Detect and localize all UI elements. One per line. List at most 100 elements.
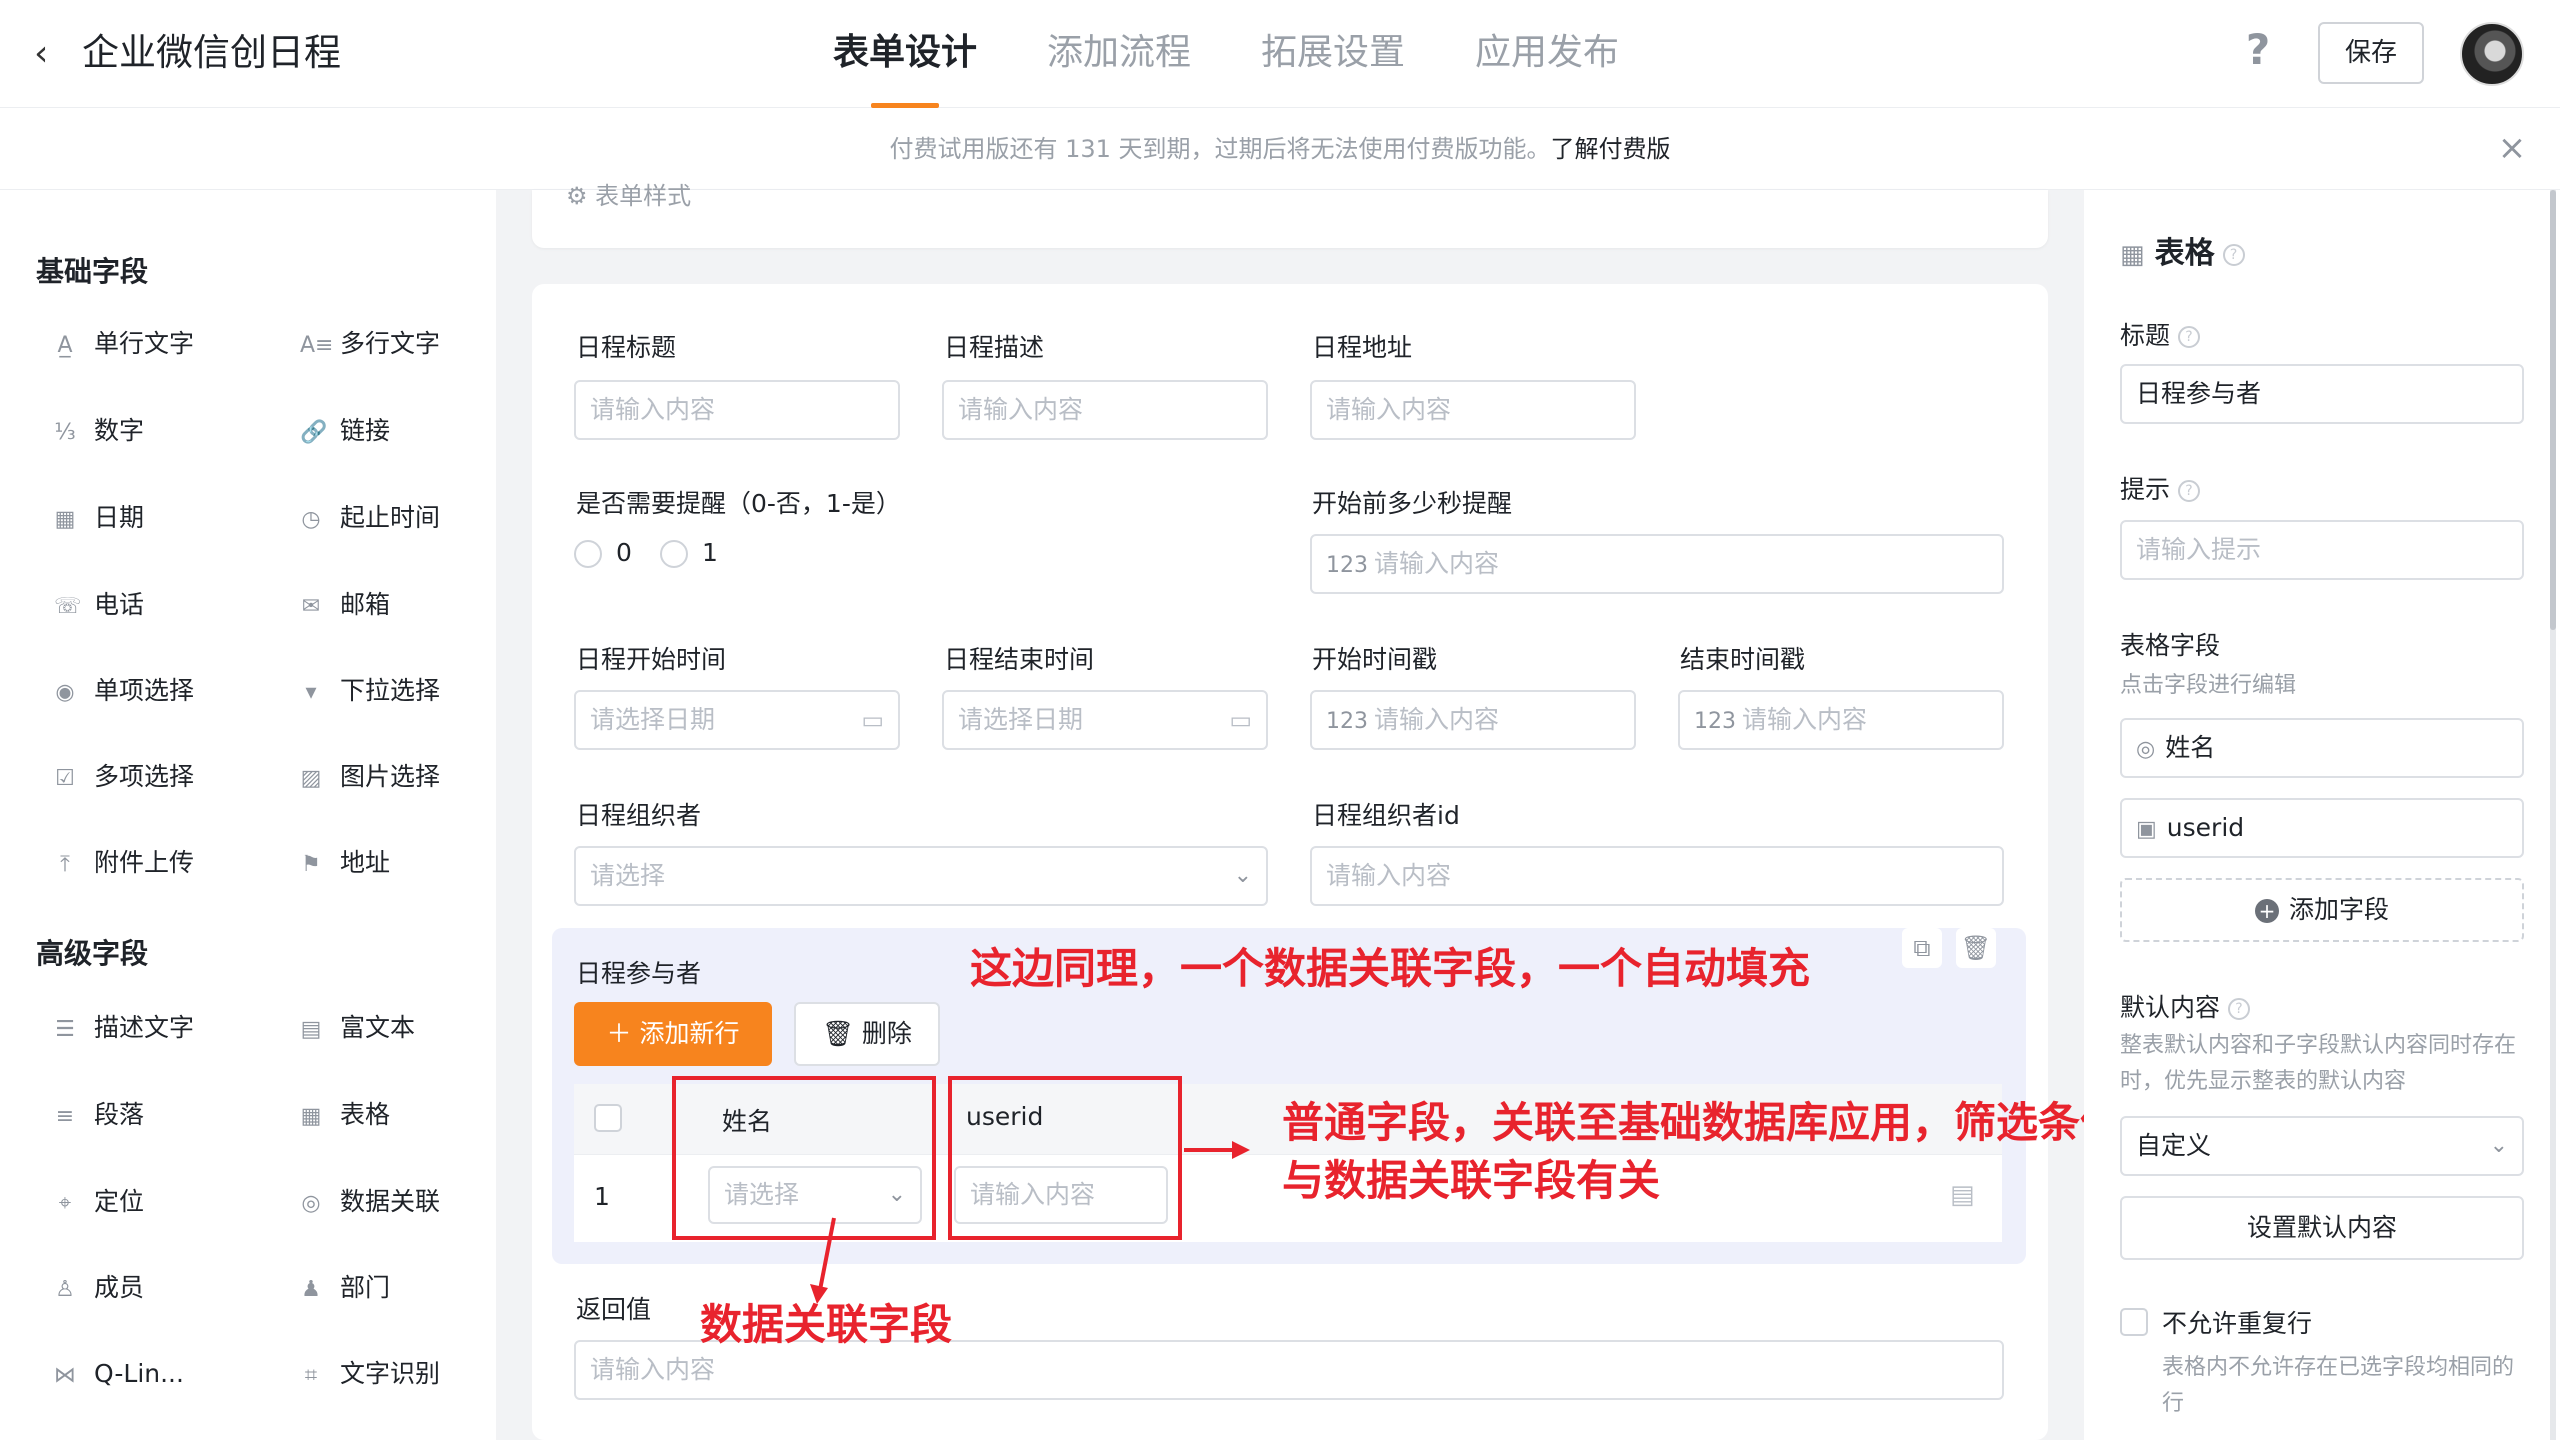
start-timestamp-input[interactable]: 123 请输入内容 [1310, 690, 1636, 750]
no-duplicate-subtitle: 表格内不允许存在已选字段均相同的行 [2162, 1355, 2515, 1416]
advanced-fields-title: 高级字段 [36, 937, 149, 970]
table-field-item-userid[interactable]: ▣ userid [2120, 798, 2524, 858]
remind-radio-0[interactable] [574, 540, 602, 568]
field-rich-text[interactable]: ▤ 富文本 [300, 1008, 415, 1048]
title-input[interactable]: 请输入内容 [574, 380, 900, 440]
radio-icon: ◉ [55, 680, 75, 705]
no-duplicate-checkbox[interactable] [2120, 1308, 2148, 1336]
phone-icon: ☏ [54, 594, 82, 619]
label-address: 日程地址 [1312, 333, 1413, 362]
text-icon: ▣ [2136, 817, 2157, 842]
remind-radio-1[interactable] [660, 540, 688, 568]
tab-form-design[interactable]: 表单设计 [833, 26, 977, 108]
label-participants: 日程参与者 [576, 959, 702, 988]
label-panel-hint: 提示? [2120, 470, 2201, 506]
address-input[interactable]: 请输入内容 [1310, 380, 1636, 440]
data-link-icon: ◎ [2136, 737, 2156, 762]
default-content-select[interactable]: 自定义 ⌄ [2120, 1116, 2524, 1176]
field-time-range[interactable]: ◷ 起止时间 [300, 498, 440, 538]
field-description[interactable]: ☰ 描述文字 [54, 1008, 194, 1048]
top-bar: ‹ 企业微信创日程 表单设计 添加流程 拓展设置 应用发布 ? 保存 [0, 0, 2560, 108]
tab-add-process[interactable]: 添加流程 [1047, 26, 1191, 108]
row-edit-icon[interactable]: ▤ [1950, 1180, 1975, 1210]
remind-seconds-input[interactable]: 123 请输入内容 [1310, 534, 2004, 594]
label-start-timestamp: 开始时间戳 [1312, 645, 1438, 674]
field-address[interactable]: ⚑ 地址 [300, 843, 390, 883]
main-tabs: 表单设计 添加流程 拓展设置 应用发布 [833, 26, 1689, 108]
label-table-fields: 表格字段 [2120, 631, 2221, 660]
end-date-picker[interactable]: 请选择日期 ▭ [942, 690, 1268, 750]
field-single-text[interactable]: A̲ 单行文字 [54, 324, 194, 364]
close-icon[interactable]: × [2494, 130, 2530, 166]
select-all-checkbox[interactable] [594, 1104, 622, 1132]
tab-app-publish[interactable]: 应用发布 [1475, 26, 1619, 108]
save-button[interactable]: 保存 [2318, 22, 2424, 84]
help-circle-icon[interactable]: ? [2222, 243, 2245, 266]
panel-scroll-thumb[interactable] [2550, 190, 2556, 630]
panel-hint-input[interactable]: 请输入提示 [2120, 520, 2524, 580]
add-row-button[interactable]: ＋ 添加新行 [574, 1002, 772, 1066]
rich-text-icon: ▤ [300, 1017, 322, 1042]
field-paragraph[interactable]: ≡ 段落 [54, 1095, 144, 1135]
add-field-button[interactable]: + 添加字段 [2120, 878, 2524, 942]
number-icon: 123 [1326, 553, 1368, 578]
field-attachment[interactable]: ⤒ 附件上传 [54, 843, 194, 883]
trash-icon[interactable]: 🗑 [1956, 928, 1996, 968]
field-data-link[interactable]: ◎ 数据关联 [300, 1182, 440, 1222]
tab-extension-settings[interactable]: 拓展设置 [1261, 26, 1405, 108]
field-phone[interactable]: ☏ 电话 [54, 585, 144, 625]
chevron-left-icon[interactable]: ‹ [34, 34, 64, 74]
annotation-right-line2: 与数据关联字段有关 [1282, 1156, 1661, 1205]
organizer-select[interactable]: 请选择 ⌄ [574, 846, 1268, 906]
help-icon[interactable]: ? [2238, 26, 2278, 74]
delete-row-button[interactable]: 🗑 删除 [794, 1002, 940, 1066]
field-dropdown[interactable]: ▾ 下拉选择 [300, 671, 440, 711]
no-duplicate-label: 不允许重复行 [2162, 1309, 2313, 1338]
copy-icon[interactable]: ⧉ [1902, 928, 1942, 968]
data-link-icon: ◎ [301, 1191, 321, 1216]
chevron-down-icon: ⌄ [2489, 1133, 2508, 1158]
clock-icon: ◷ [301, 507, 321, 532]
field-single-select[interactable]: ◉ 单项选择 [54, 671, 194, 711]
label-desc: 日程描述 [944, 333, 1045, 362]
trial-notice: 付费试用版还有 131 天到期，过期后将无法使用付费版功能。了解付费版 × [0, 108, 2560, 190]
dropdown-icon: ▾ [305, 680, 317, 705]
annotation-top: 这边同理，一个数据关联字段，一个自动填充 [970, 944, 1811, 993]
set-default-button[interactable]: 设置默认内容 [2120, 1196, 2524, 1260]
panel-title-input[interactable]: 日程参与者 [2120, 364, 2524, 424]
label-end-time: 日程结束时间 [944, 645, 1095, 674]
label-title: 日程标题 [576, 333, 677, 362]
field-location[interactable]: ⌖ 定位 [54, 1182, 144, 1222]
description-icon: ☰ [55, 1017, 75, 1042]
desc-input[interactable]: 请输入内容 [942, 380, 1268, 440]
paragraph-icon: ≡ [55, 1104, 75, 1129]
field-q-link[interactable]: ⋈ Q-Lin... [54, 1354, 184, 1394]
field-member[interactable]: ♙ 成员 [54, 1268, 144, 1308]
field-link[interactable]: 🔗 链接 [300, 411, 390, 451]
field-date[interactable]: ▦ 日期 [54, 498, 144, 538]
field-email[interactable]: ✉ 邮箱 [300, 585, 390, 625]
help-circle-icon[interactable]: ? [2178, 326, 2201, 348]
form-style-label[interactable]: ⚙ 表单样式 [566, 176, 691, 211]
field-table[interactable]: ▦ 表格 [300, 1095, 390, 1135]
label-default-content: 默认内容? [2120, 988, 2251, 1024]
help-circle-icon[interactable]: ? [2178, 480, 2201, 502]
learn-paid-link[interactable]: 了解付费版 [1551, 135, 1671, 163]
mail-icon: ✉ [301, 594, 321, 619]
field-number[interactable]: ⅓ 数字 [54, 411, 144, 451]
field-image-select[interactable]: ▨ 图片选择 [300, 757, 440, 797]
label-organizer: 日程组织者 [576, 801, 702, 830]
multiline-text-icon: A≡ [300, 333, 334, 358]
field-department[interactable]: ♟ 部门 [300, 1268, 390, 1308]
end-timestamp-input[interactable]: 123 请输入内容 [1678, 690, 2004, 750]
field-multi-select[interactable]: ☑ 多项选择 [54, 757, 194, 797]
field-ocr[interactable]: ⌗ 文字识别 [300, 1354, 440, 1394]
number-icon: ⅓ [54, 420, 76, 445]
table-fields-subtitle: 点击字段进行编辑 [2120, 673, 2297, 698]
organizer-id-input[interactable]: 请输入内容 [1310, 846, 2004, 906]
avatar[interactable] [2460, 22, 2524, 86]
table-field-item-name[interactable]: ◎ 姓名 [2120, 718, 2524, 778]
field-multi-text[interactable]: A≡ 多行文字 [300, 324, 440, 364]
help-circle-icon[interactable]: ? [2228, 998, 2251, 1020]
start-date-picker[interactable]: 请选择日期 ▭ [574, 690, 900, 750]
